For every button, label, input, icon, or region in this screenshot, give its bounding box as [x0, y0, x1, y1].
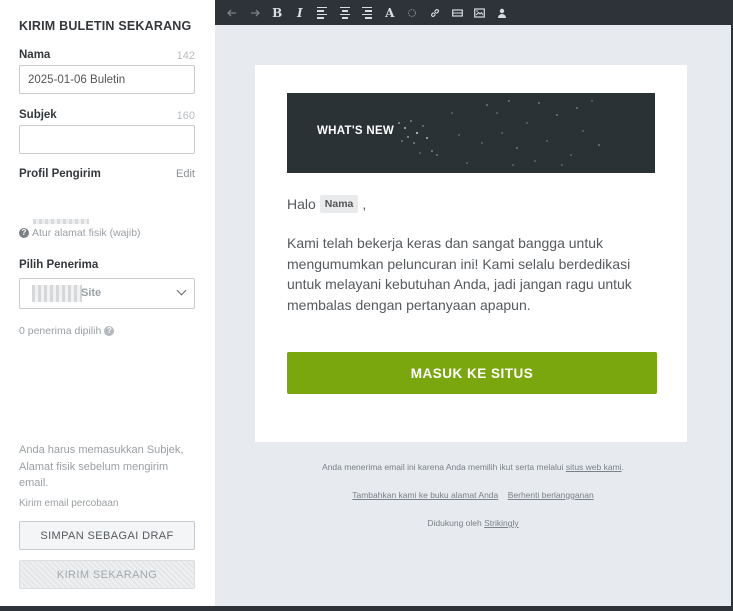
greeting-punct: , — [362, 196, 367, 212]
subject-input[interactable] — [19, 125, 195, 154]
unsubscribe-link[interactable]: Berhenti berlangganan — [508, 490, 594, 500]
color-picker-icon[interactable] — [401, 0, 424, 25]
recipients-select[interactable]: Site — [19, 278, 195, 309]
sender-profile-label: Profil Pengirim — [19, 168, 101, 180]
bold-icon[interactable]: B — [266, 0, 289, 25]
email-body-text[interactable]: Kami telah bekerja keras dan sangat bang… — [287, 233, 647, 315]
save-draft-button[interactable]: SIMPAN SEBAGAI DRAF — [19, 521, 195, 550]
align-left-icon[interactable] — [311, 0, 334, 25]
name-input[interactable] — [19, 65, 195, 94]
subject-char-count: 160 — [176, 110, 195, 122]
visit-site-button[interactable]: MASUK KE SITUS — [287, 352, 657, 394]
chevron-down-icon — [176, 285, 187, 296]
redacted-address — [33, 219, 89, 224]
redo-icon[interactable] — [244, 0, 267, 25]
recipients-count-row: 0 penerima dipilih ? — [19, 325, 115, 337]
address-hint-row[interactable]: ? Atur alamat fisik (wajib) — [19, 227, 141, 239]
sender-edit-link[interactable]: Edit — [176, 168, 195, 180]
send-now-button[interactable]: KIRIM SEKARANG — [19, 560, 195, 589]
banner-title: WHAT'S NEW — [317, 125, 395, 137]
image-insert-icon[interactable] — [469, 0, 492, 25]
question-icon[interactable]: ? — [104, 326, 115, 336]
footer-reason: Anda menerima email ini karena Anda memi… — [215, 462, 731, 472]
validation-warning: Anda harus memasukkan Subjek, Alamat fis… — [19, 444, 184, 489]
link-icon[interactable] — [424, 0, 447, 25]
redacted-site-name — [32, 285, 82, 302]
button-insert-icon[interactable] — [446, 0, 469, 25]
sidebar: KIRIM BULETIN SEKARANG Nama 142 Subjek 1… — [0, 0, 215, 606]
footer-reason-end: . — [621, 462, 624, 472]
footer-reason-text: Anda menerima email ini karena Anda memi… — [322, 462, 564, 472]
italic-icon[interactable]: I — [289, 0, 312, 25]
undo-icon[interactable] — [221, 0, 244, 25]
footer-website-link[interactable]: situs web kami — [566, 462, 622, 472]
person-insert-icon[interactable] — [491, 0, 514, 25]
recipients-select-value: Site — [81, 287, 102, 299]
font-style-icon[interactable]: A — [379, 0, 402, 25]
add-to-address-book-link[interactable]: Tambahkan kami ke buku alamat Anda — [352, 490, 498, 500]
header-banner[interactable]: WHAT'S NEW — [287, 93, 655, 173]
footer-powered: Didukung oleh Strikingly — [215, 518, 731, 528]
address-hint-text: Atur alamat fisik (wajib) — [32, 227, 141, 239]
email-preview-card: WHAT'S NEW Halo Nama , Kami telah bekerj… — [255, 65, 687, 442]
strikingly-link[interactable]: Strikingly — [484, 518, 518, 528]
name-label: Nama — [19, 49, 51, 61]
question-icon: ? — [19, 228, 29, 238]
recipients-label: Pilih Penerima — [19, 259, 99, 271]
window-bottom-edge — [0, 606, 733, 611]
powered-by-text: Didukung oleh — [427, 518, 482, 528]
name-char-count: 142 — [176, 50, 195, 62]
subject-label: Subjek — [19, 109, 57, 121]
greeting-word: Halo — [287, 196, 316, 212]
send-test-email-link[interactable]: Kirim email percobaan — [19, 498, 119, 509]
align-center-icon[interactable] — [334, 0, 357, 25]
editor-toolbar: B I A — [215, 0, 733, 25]
sidebar-title: KIRIM BULETIN SEKARANG — [19, 19, 192, 33]
align-right-icon[interactable] — [356, 0, 379, 25]
footer-links: Tambahkan kami ke buku alamat Anda Berhe… — [215, 490, 731, 500]
recipients-count-text: 0 penerima dipilih — [19, 325, 102, 337]
name-merge-tag[interactable]: Nama — [319, 195, 359, 213]
greeting-line: Halo Nama , — [287, 195, 366, 213]
